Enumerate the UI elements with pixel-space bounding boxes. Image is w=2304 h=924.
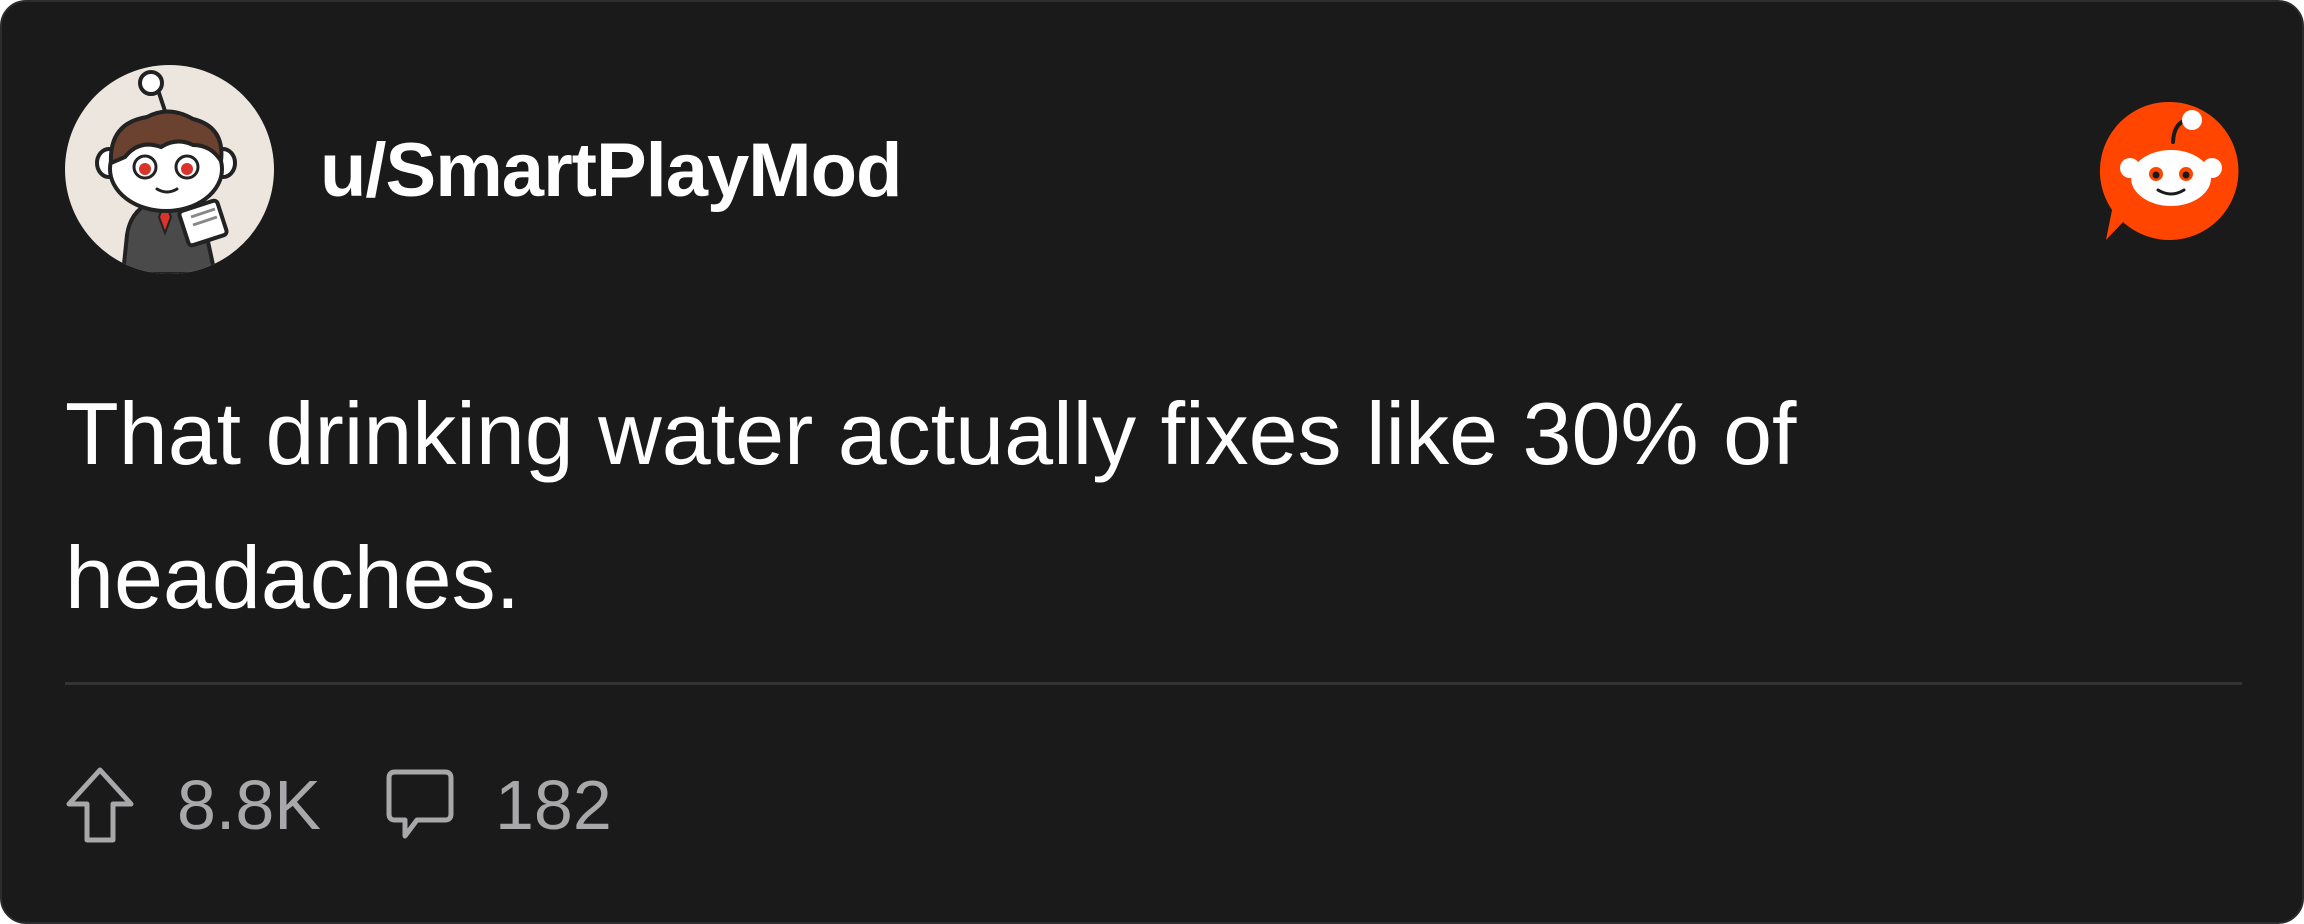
upvote-arrow-icon [66, 767, 134, 843]
post-text: That drinking water actually fixes like … [65, 384, 1797, 627]
snoo-avatar-icon [95, 70, 237, 274]
upvote-count: 8.8K [177, 766, 321, 844]
reddit-logo-icon [2098, 98, 2244, 244]
divider [65, 682, 2242, 685]
comments-button[interactable]: 182 [385, 765, 612, 845]
upvote-button[interactable]: 8.8K [65, 765, 321, 845]
comment-count: 182 [495, 766, 612, 844]
comment-bubble-icon [386, 769, 454, 839]
post-card: u/SmartPlayMod That drinking water actua… [0, 0, 2304, 924]
username[interactable]: u/SmartPlayMod [320, 126, 902, 216]
post-actions: 8.8K 182 [65, 760, 612, 850]
user-avatar[interactable] [65, 65, 274, 274]
